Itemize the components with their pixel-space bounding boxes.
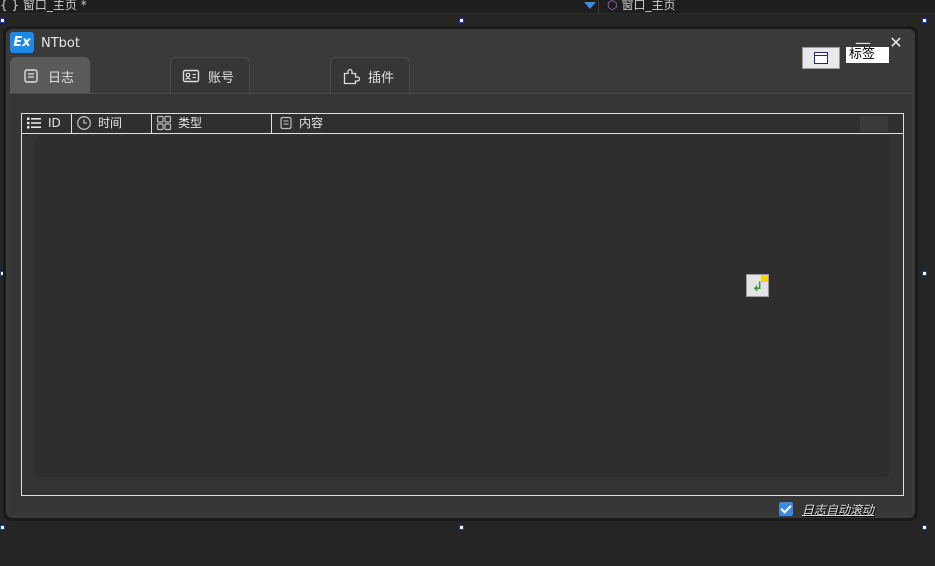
- header-scroll-spacer: [860, 116, 888, 132]
- cube-icon: ⬡: [607, 0, 618, 12]
- ide-object-label: 窗口_主页: [621, 0, 676, 12]
- ide-editor-tab[interactable]: { } 窗口_主页 *: [0, 0, 87, 11]
- column-header-type[interactable]: 类型: [152, 114, 272, 133]
- resize-handle-top[interactable]: [459, 18, 464, 23]
- tab-account[interactable]: 账号: [170, 57, 250, 93]
- component-import-icon[interactable]: ↲: [746, 274, 769, 297]
- close-button[interactable]: ✕: [886, 33, 906, 53]
- tab-account-label: 账号: [208, 71, 235, 86]
- column-id-label: ID: [48, 116, 61, 130]
- arrow-down-left-icon: ↲: [752, 280, 763, 295]
- list-icon: [27, 117, 41, 129]
- note-icon: [280, 116, 292, 130]
- divider: [598, 0, 599, 13]
- label-control[interactable]: 标签: [846, 47, 889, 63]
- tab-log-label: 日志: [48, 71, 75, 86]
- column-header-time[interactable]: 时间: [72, 114, 152, 133]
- column-content-label: 内容: [299, 116, 324, 130]
- resize-handle-right[interactable]: [922, 271, 927, 276]
- resize-handle-top-left[interactable]: [0, 18, 5, 23]
- window-frame-icon: [814, 52, 828, 64]
- ide-object-selector[interactable]: ⬡ 窗口_主页: [607, 0, 676, 11]
- dropdown-arrow-icon[interactable]: [584, 2, 596, 9]
- resize-handle-top-right[interactable]: [922, 18, 927, 23]
- resize-handle-bottom-left[interactable]: [0, 525, 5, 530]
- column-header-content[interactable]: 内容: [272, 114, 903, 133]
- grid-icon: [156, 115, 172, 131]
- tab-plugins-label: 插件: [368, 71, 395, 86]
- document-icon: [24, 69, 38, 83]
- label-control-icon[interactable]: [802, 47, 840, 69]
- column-time-label: 时间: [98, 116, 123, 130]
- clock-icon: [77, 116, 91, 130]
- column-type-label: 类型: [178, 116, 203, 130]
- puzzle-icon: [343, 68, 360, 85]
- log-list-header: ID 时间 类型 内容: [22, 114, 903, 134]
- app-logo-icon: Ex: [10, 32, 34, 53]
- resize-handle-bottom-right[interactable]: [922, 525, 927, 530]
- auto-scroll-label[interactable]: 日志自动滚动: [802, 501, 874, 518]
- tab-plugins[interactable]: 插件: [330, 57, 410, 93]
- id-card-icon: [182, 69, 200, 83]
- log-list[interactable]: ID 时间 类型 内容: [21, 113, 904, 496]
- auto-scroll-checkbox[interactable]: [779, 502, 793, 516]
- window-title: NTbot: [41, 36, 80, 51]
- log-list-body[interactable]: [35, 135, 890, 477]
- tab-log[interactable]: 日志: [10, 57, 90, 93]
- resize-handle-bottom[interactable]: [459, 525, 464, 530]
- column-header-id[interactable]: ID: [22, 114, 72, 133]
- ide-tab-bar: { } 窗口_主页 * ⬡ 窗口_主页: [0, 0, 935, 14]
